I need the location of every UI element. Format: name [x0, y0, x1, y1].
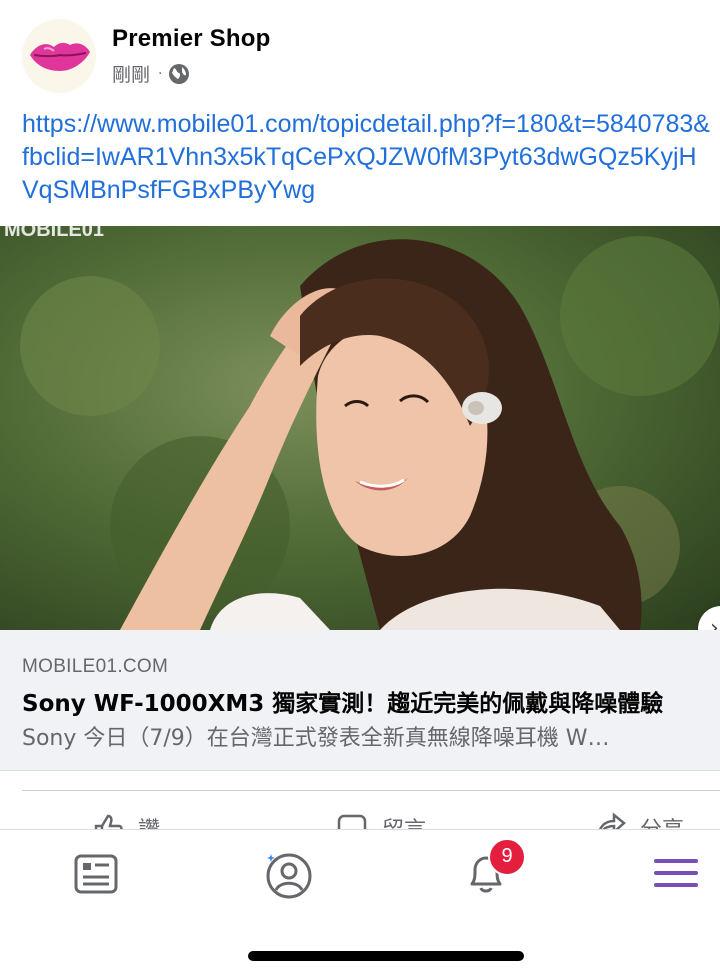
share-button[interactable]: 分享	[594, 812, 684, 830]
action-divider	[22, 790, 720, 791]
link-title: Sony WF-1000XM3 獨家實測！趨近完美的佩戴與降噪體驗	[22, 691, 664, 717]
post-meta: 剛剛 ·	[112, 60, 190, 87]
news-feed-icon	[74, 854, 118, 894]
comment-icon	[337, 814, 367, 830]
link-domain: MOBILE01.COM	[22, 656, 169, 677]
post-link[interactable]: https://www.mobile01.com/topicdetail.php…	[22, 108, 712, 207]
share-icon	[598, 812, 626, 830]
link-preview-image[interactable]: MOBILE01	[0, 226, 720, 630]
preview-watermark: MOBILE01	[4, 226, 104, 241]
post-actions: 讚 留言 分享	[0, 808, 720, 830]
nav-menu[interactable]	[652, 850, 700, 898]
home-indicator[interactable]	[248, 951, 524, 961]
menu-icon	[654, 859, 698, 887]
nav-news-feed[interactable]	[72, 850, 120, 898]
like-icon	[94, 814, 123, 830]
like-button[interactable]: 讚	[92, 812, 160, 830]
comment-label: 留言	[382, 812, 426, 830]
page-name[interactable]: Premier Shop	[112, 25, 270, 53]
lips-logo-icon	[30, 42, 90, 71]
link-preview-info[interactable]: MOBILE01.COM Sony WF-1000XM3 獨家實測！趨近完美的佩…	[0, 630, 720, 771]
nav-profile[interactable]	[264, 850, 312, 899]
share-label: 分享	[640, 812, 684, 830]
globe-icon	[168, 63, 190, 85]
post-header: Premier Shop 剛剛 ·	[22, 18, 702, 94]
comment-button[interactable]: 留言	[336, 812, 426, 830]
meta-separator: ·	[158, 65, 163, 82]
profile-icon	[266, 853, 312, 899]
link-description: Sony 今日（7/9）在台灣正式發表全新真無線降噪耳機 W…	[22, 726, 610, 751]
notification-badge: 9	[488, 838, 526, 876]
like-label: 讚	[138, 812, 160, 830]
preview-photo: MOBILE01	[0, 226, 720, 630]
post-timestamp[interactable]: 剛剛	[112, 60, 150, 87]
page-avatar[interactable]	[22, 19, 96, 93]
